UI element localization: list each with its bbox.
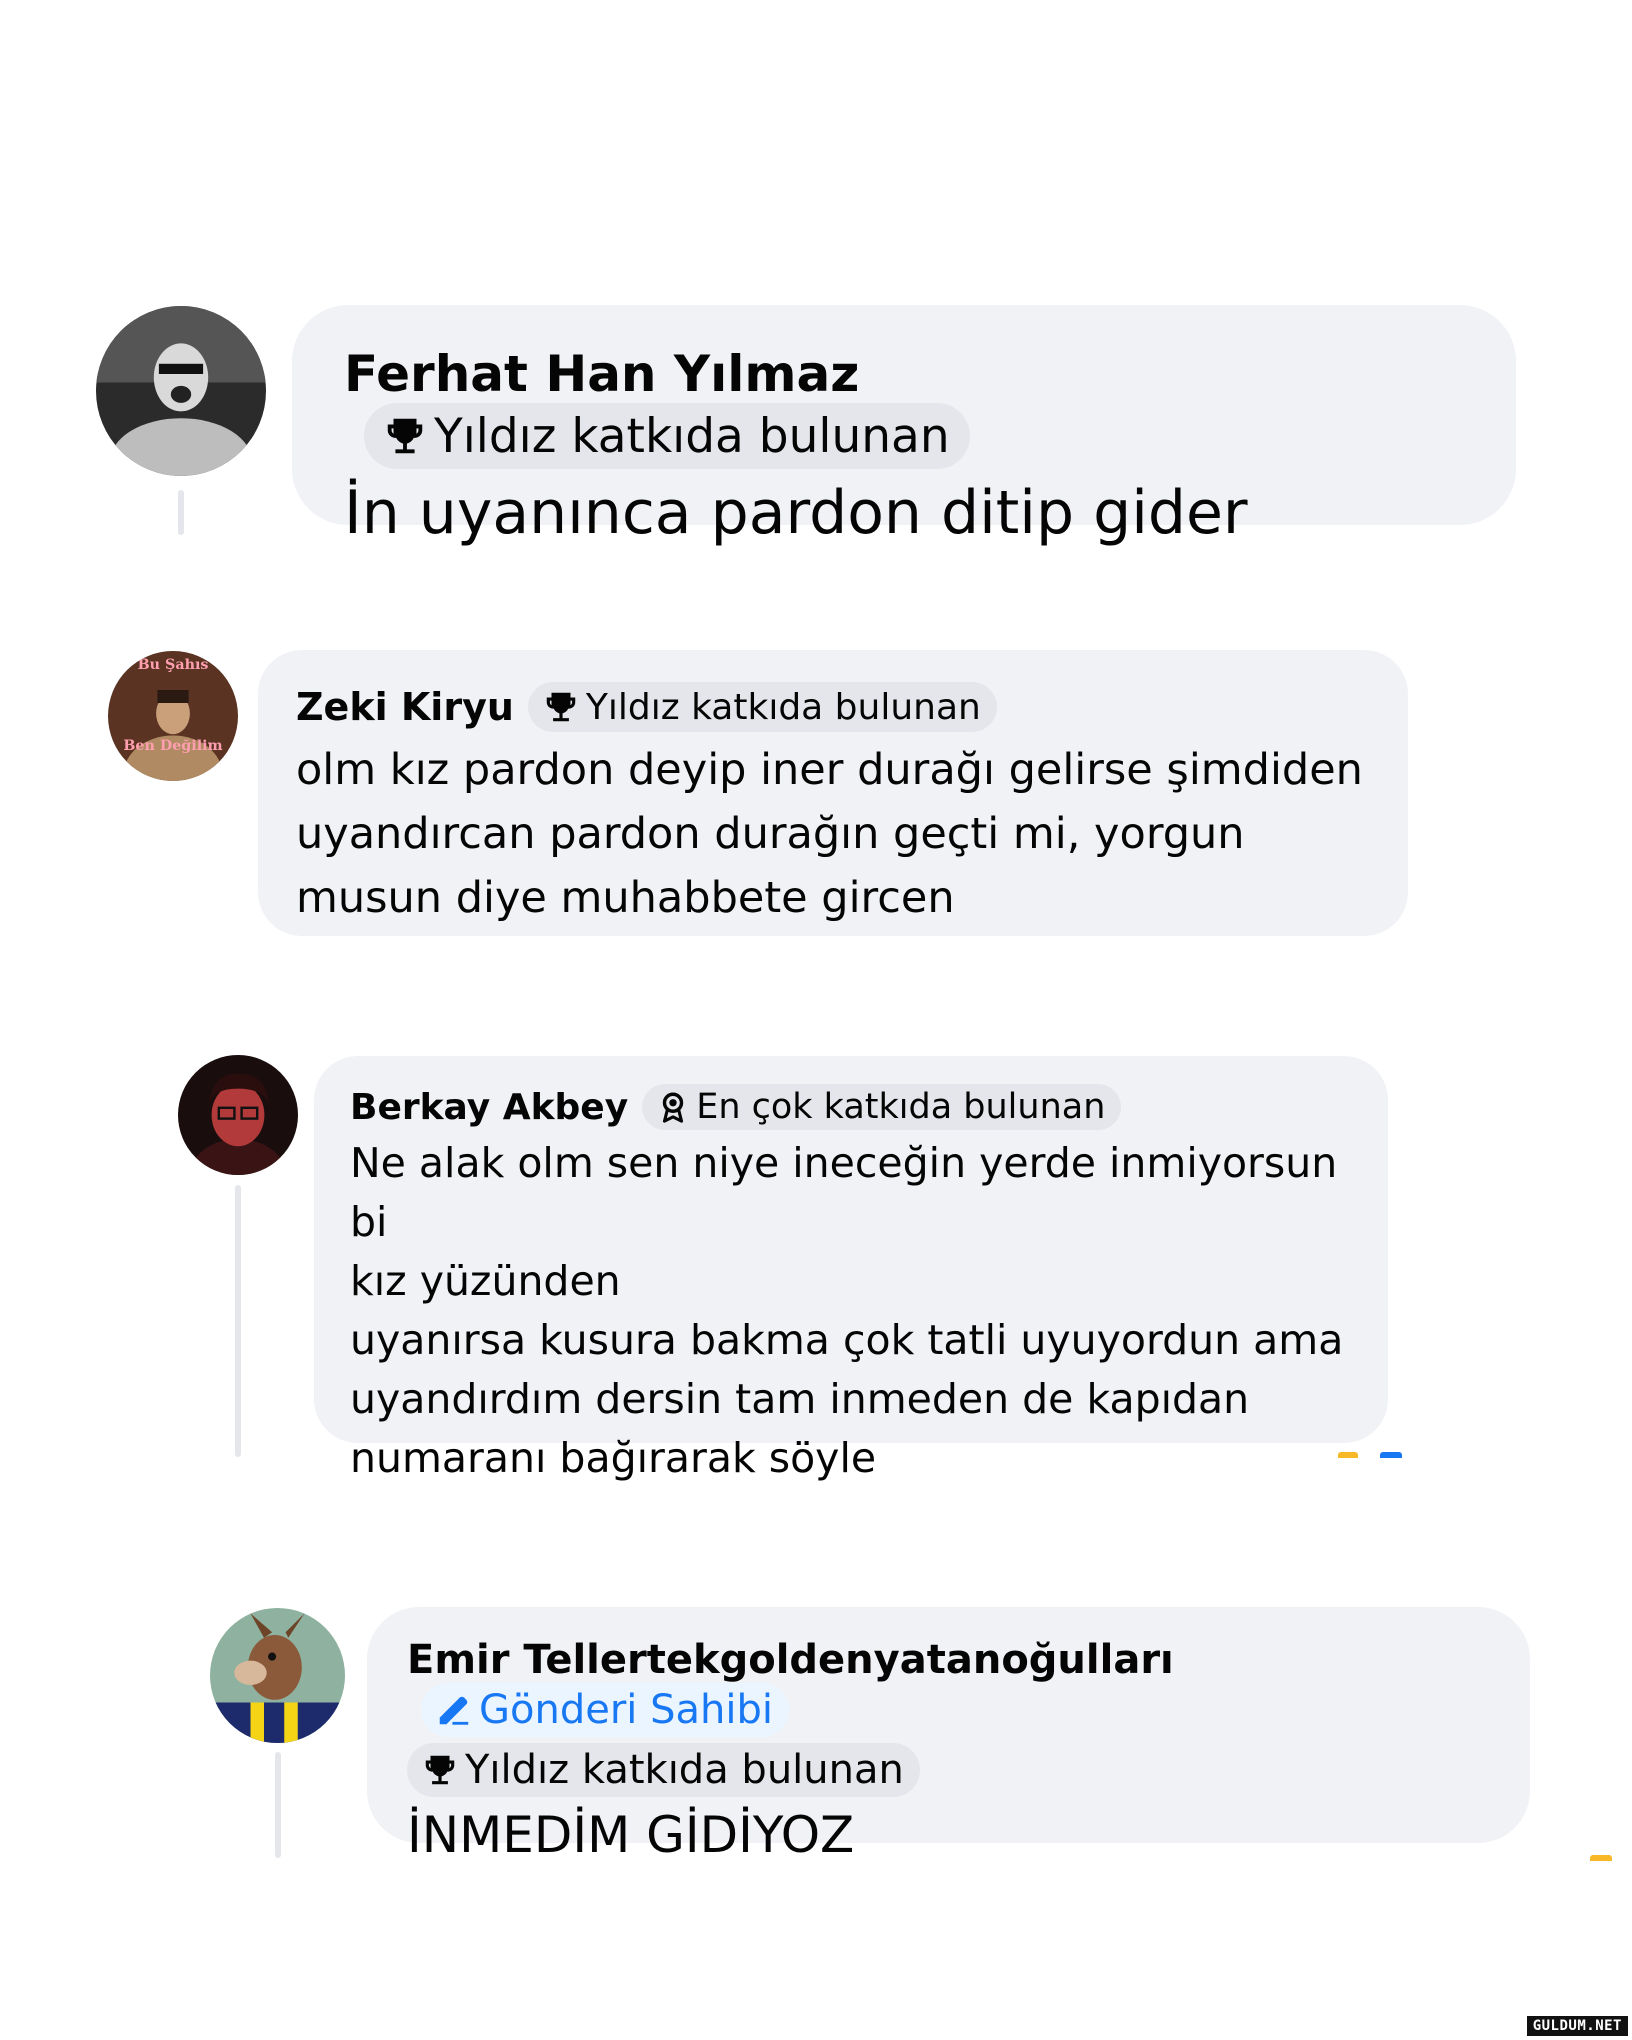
trophy-icon — [387, 418, 423, 454]
badge-label: Yıldız katkıda bulunan — [465, 1747, 904, 1793]
avatar-text-top: Bu Şahıs — [138, 657, 209, 673]
reaction-icon[interactable] — [1380, 1452, 1402, 1458]
post-owner-badge: Gönderi Sahibi — [421, 1683, 789, 1737]
trophy-icon — [546, 692, 576, 722]
contributor-badge: Yıldız katkıda bulunan — [407, 1743, 920, 1797]
badge-label: Yıldız katkıda bulunan — [434, 408, 950, 464]
watermark: GULDUM.NET — [1526, 2016, 1628, 2036]
comment-text: olm kız pardon deyip iner durağı gelirse… — [296, 745, 1363, 923]
reaction-icon[interactable] — [1590, 1855, 1612, 1861]
comment-header-row-2: Yıldız katkıda bulunan — [407, 1737, 1490, 1797]
avatar-berkay[interactable] — [178, 1055, 298, 1175]
comment-bubble[interactable]: Emir Tellertekgoldenyatanoğulları Gönder… — [367, 1607, 1530, 1864]
comment-bubble[interactable]: Ferhat Han Yılmaz Yıldız katkıda bulunan… — [292, 305, 1516, 548]
contributor-badge: Yıldız katkıda bulunan — [364, 403, 970, 469]
badge-label: Yıldız katkıda bulunan — [585, 686, 981, 728]
comment-author[interactable]: Berkay Akbey — [350, 1087, 628, 1128]
badge-label: En çok katkıda bulunan — [696, 1087, 1106, 1127]
thread-line — [178, 490, 184, 535]
comment-text: Ne alak olm sen niye ineceğin yerde inmi… — [350, 1139, 1344, 1482]
avatar-text-bottom: Ben Değilim — [123, 738, 222, 754]
avatar-ferhat[interactable] — [96, 306, 266, 476]
medal-icon — [663, 1092, 684, 1123]
trophy-icon — [425, 1755, 455, 1785]
comment-author[interactable]: Emir Tellertekgoldenyatanoğulları — [407, 1637, 1174, 1683]
avatar-zeki[interactable]: Bu Şahıs Ben Değilim — [108, 651, 238, 781]
comment-bubble[interactable]: Zeki Kiryu Yıldız katkıda bulunan olm kı… — [258, 650, 1408, 936]
comment-header: Ferhat Han Yılmaz Yıldız katkıda bulunan — [344, 345, 1464, 469]
comment-bubble[interactable]: Berkay Akbey En çok katkıda bulunan Ne a… — [314, 1056, 1388, 1482]
thread-line — [235, 1185, 241, 1457]
contributor-badge: Yıldız katkıda bulunan — [527, 682, 997, 732]
badge-label: Gönderi Sahibi — [479, 1687, 773, 1733]
comment-header: Berkay Akbey En çok katkıda bulunan — [350, 1084, 1352, 1130]
comment-author[interactable]: Ferhat Han Yılmaz — [344, 345, 859, 403]
comment-text: İNMEDİM GİDİYOZ — [407, 1806, 855, 1864]
comment-header: Zeki Kiryu Yıldız katkıda bulunan — [296, 682, 1370, 732]
comment-text: İn uyanınca pardon ditip gider — [344, 478, 1248, 548]
avatar-emir[interactable] — [210, 1608, 345, 1743]
contributor-badge: En çok katkıda bulunan — [642, 1084, 1122, 1130]
comment-header: Emir Tellertekgoldenyatanoğulları Gönder… — [407, 1637, 1490, 1737]
pencil-icon — [439, 1696, 469, 1725]
comment-author[interactable]: Zeki Kiryu — [296, 685, 514, 729]
reaction-icon[interactable] — [1338, 1452, 1358, 1458]
thread-line — [275, 1752, 281, 1858]
